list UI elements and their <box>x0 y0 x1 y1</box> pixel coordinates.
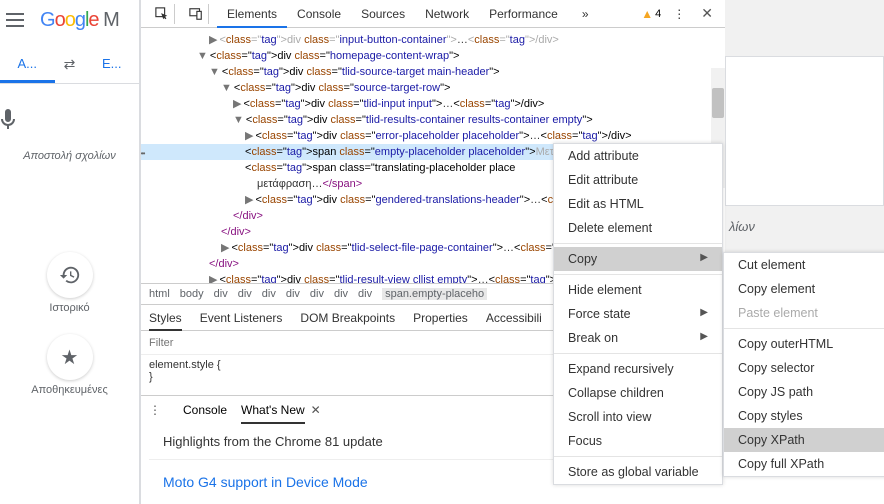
devtools-toolbar: ElementsConsoleSourcesNetworkPerformance… <box>141 0 725 28</box>
ctx-store-as-global-variable[interactable]: Store as global variable <box>554 460 722 484</box>
context-menu-separator <box>554 456 722 457</box>
ctx-edit-as-html[interactable]: Edit as HTML <box>554 192 722 216</box>
devtools-menu-icon[interactable]: ⋮ <box>665 7 693 21</box>
warning-icon: ▲ <box>641 7 653 21</box>
devtools-tab-performance[interactable]: Performance <box>479 0 568 28</box>
dom-line[interactable]: ▶<class="tag">div class="error-placehold… <box>141 128 725 144</box>
devtools-tab-network[interactable]: Network <box>415 0 479 28</box>
history-label: Ιστορικό <box>0 302 139 314</box>
saved-label: Αποθηκευμένες <box>0 384 139 396</box>
swap-languages-icon[interactable]: ⇄ <box>55 46 85 83</box>
partial-text: λίων <box>725 215 759 238</box>
context-menu-separator <box>554 274 722 275</box>
context-menu-copy-submenu: Cut elementCopy elementPaste element Copy… <box>723 252 884 477</box>
dom-line[interactable]: ▼<class="tag">div class="tlid-results-co… <box>141 112 725 128</box>
google-logo: Google M <box>40 9 119 32</box>
hamburger-menu-icon[interactable] <box>6 8 30 32</box>
dom-line[interactable]: ▼<class="tag">div class="source-target-r… <box>141 80 725 96</box>
context-menu-separator <box>554 353 722 354</box>
devtools-close-icon[interactable]: ✕ <box>697 5 717 22</box>
ctx-add-attribute[interactable]: Add attribute <box>554 144 722 168</box>
ctx-copy-selector[interactable]: Copy selector <box>724 356 884 380</box>
dom-line[interactable]: ▶<class="tag">div class="tlid-input inpu… <box>141 96 725 112</box>
target-lang-tab[interactable]: Ε... <box>85 46 140 83</box>
ctx-copy-styles[interactable]: Copy styles <box>724 404 884 428</box>
context-menu-separator <box>554 243 722 244</box>
breadcrumb-item[interactable]: div <box>310 288 324 300</box>
breadcrumb-item[interactable]: span.empty-placeho <box>382 288 487 300</box>
dom-line[interactable]: ▶<class="tag">div class="input-button-co… <box>141 32 725 48</box>
ctx-copy-full-xpath[interactable]: Copy full XPath <box>724 452 884 476</box>
ctx-break-on[interactable]: Break on▶ <box>554 326 722 350</box>
styles-tab-event-listeners[interactable]: Event Listeners <box>200 305 283 331</box>
translate-left-panel: Google M Α... ⇄ Ε... Αποστολή σχολίων Ισ… <box>0 0 140 504</box>
translate-result-box <box>725 56 884 206</box>
ctx-copy-outerhtml[interactable]: Copy outerHTML <box>724 332 884 356</box>
dom-line[interactable]: ▼<class="tag">div class="homepage-conten… <box>141 48 725 64</box>
ctx-focus[interactable]: Focus <box>554 429 722 453</box>
breadcrumb-item[interactable]: div <box>334 288 348 300</box>
context-menu-separator <box>724 328 884 329</box>
breadcrumb-item[interactable]: div <box>286 288 300 300</box>
ctx-delete-element[interactable]: Delete element <box>554 216 722 240</box>
context-menu-main: Add attributeEdit attributeEdit as HTMLD… <box>553 143 723 485</box>
styles-tab-styles[interactable]: Styles <box>149 305 182 331</box>
dom-line[interactable]: ▼<class="tag">div class="tlid-source-tar… <box>141 64 725 80</box>
ctx-copy-js-path[interactable]: Copy JS path <box>724 380 884 404</box>
breadcrumb-item[interactable]: div <box>238 288 252 300</box>
breadcrumb-item[interactable]: body <box>180 288 204 300</box>
ctx-force-state[interactable]: Force state▶ <box>554 302 722 326</box>
drawer-tab-console[interactable]: Console <box>183 396 227 424</box>
warnings-badge[interactable]: ▲ 4 <box>641 7 661 21</box>
drawer-tab-whatsnew[interactable]: What's New <box>241 396 305 424</box>
ctx-scroll-into-view[interactable]: Scroll into view <box>554 405 722 429</box>
language-tabs: Α... ⇄ Ε... <box>0 46 139 84</box>
scrollbar-thumb[interactable] <box>712 88 724 118</box>
breadcrumb-item[interactable]: html <box>149 288 170 300</box>
styles-tab-properties[interactable]: Properties <box>413 305 468 331</box>
send-feedback-link[interactable]: Αποστολή σχολίων <box>0 140 139 182</box>
ctx-copy-element[interactable]: Copy element <box>724 277 884 301</box>
ctx-hide-element[interactable]: Hide element <box>554 278 722 302</box>
styles-tab-accessibili[interactable]: Accessibili <box>486 305 542 331</box>
ctx-copy[interactable]: Copy▶ <box>554 247 722 271</box>
ctx-expand-recursively[interactable]: Expand recursively <box>554 357 722 381</box>
devtools-tab-elements[interactable]: Elements <box>217 0 287 28</box>
inspect-element-icon[interactable] <box>149 4 175 24</box>
drawer-menu-icon[interactable]: ⋮ <box>149 403 169 417</box>
ctx-collapse-children[interactable]: Collapse children <box>554 381 722 405</box>
saved-button[interactable]: ★ <box>47 334 93 380</box>
styles-tab-dom-breakpoints[interactable]: DOM Breakpoints <box>300 305 395 331</box>
devtools-tab-console[interactable]: Console <box>287 0 351 28</box>
ctx-paste-element: Paste element <box>724 301 884 325</box>
ctx-copy-xpath[interactable]: Copy XPath <box>724 428 884 452</box>
devtools-tab-sources[interactable]: Sources <box>351 0 415 28</box>
ctx-cut-element[interactable]: Cut element <box>724 253 884 277</box>
breadcrumb-item[interactable]: div <box>214 288 228 300</box>
history-button[interactable] <box>47 252 93 298</box>
warning-count: 4 <box>655 8 661 20</box>
source-lang-tab[interactable]: Α... <box>0 46 55 83</box>
styles-filter-input[interactable] <box>141 337 603 349</box>
tabs-overflow-icon[interactable]: » <box>572 0 599 28</box>
device-toolbar-icon[interactable] <box>183 4 209 24</box>
drawer-tab-close-icon[interactable]: ✕ <box>311 403 321 417</box>
ctx-edit-attribute[interactable]: Edit attribute <box>554 168 722 192</box>
breadcrumb-item[interactable]: div <box>262 288 276 300</box>
breadcrumb-item[interactable]: div <box>358 288 372 300</box>
mic-icon[interactable] <box>0 84 139 140</box>
